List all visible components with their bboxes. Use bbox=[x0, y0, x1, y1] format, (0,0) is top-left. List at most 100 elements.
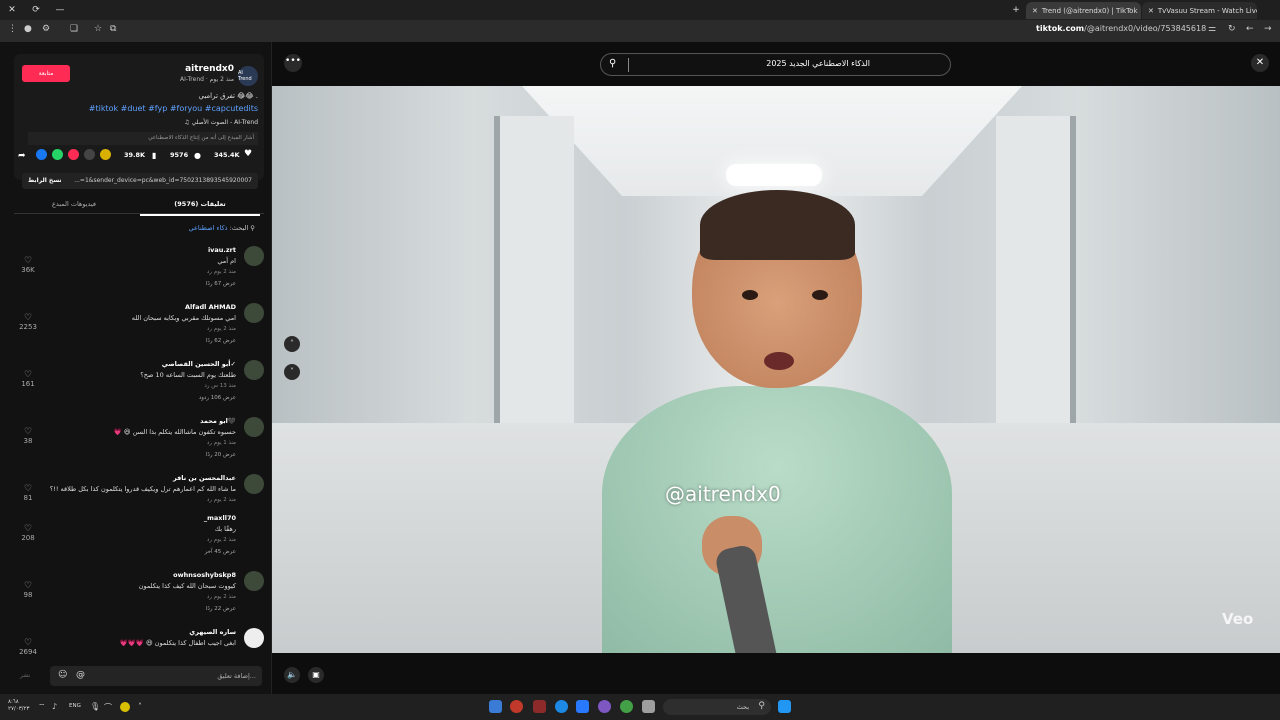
app-record-icon[interactable] bbox=[510, 700, 523, 713]
address-bar[interactable]: tiktok.com/@aitrendx0/video/753845618570… bbox=[1036, 24, 1206, 33]
coin-icon[interactable] bbox=[100, 149, 111, 160]
pip-button[interactable]: ▣ bbox=[308, 667, 324, 683]
forward-icon[interactable]: → bbox=[1264, 24, 1272, 34]
follow-button[interactable]: متابعة bbox=[22, 65, 70, 82]
taskbar-search[interactable]: ⚲ بحث bbox=[663, 699, 771, 715]
share-page-icon[interactable]: ⧉ bbox=[110, 24, 116, 34]
comment-like[interactable]: ♡ 161 bbox=[16, 370, 40, 388]
chevron-up-icon[interactable]: ˄ bbox=[138, 702, 142, 711]
more-options-button[interactable]: ••• bbox=[284, 54, 302, 72]
view-replies[interactable]: عرض 20 ردًا bbox=[206, 452, 236, 458]
app-telegram-icon[interactable] bbox=[576, 700, 589, 713]
view-replies[interactable]: عرض 67 ردًا bbox=[206, 281, 236, 287]
tab-close-icon[interactable]: ✕ bbox=[1032, 7, 1038, 15]
commenter-name[interactable]: ساره الصيهري bbox=[189, 628, 236, 636]
app-calendar-icon[interactable] bbox=[533, 700, 546, 713]
app-chrome-icon[interactable] bbox=[620, 700, 633, 713]
wifi-icon[interactable]: ⌒ bbox=[104, 702, 112, 713]
telegram-icon[interactable] bbox=[68, 149, 79, 160]
refresh-icon[interactable]: ⟳ bbox=[24, 5, 48, 15]
comment-like[interactable]: ♡ 2253 bbox=[16, 313, 40, 331]
view-replies[interactable]: عرض 45 آخر bbox=[205, 549, 236, 555]
puzzle-icon[interactable]: ❏ bbox=[70, 24, 78, 34]
post-button[interactable]: نشر bbox=[20, 672, 30, 679]
commenter-name[interactable]: عبدالمحسن بن نافر bbox=[173, 474, 236, 482]
extension-icon[interactable]: ⚙ bbox=[42, 24, 50, 34]
tab-comments[interactable]: تعليقات (9576) bbox=[140, 200, 260, 216]
commenter-avatar[interactable] bbox=[244, 303, 264, 323]
tab-tvvasuu[interactable]: ✕ TvVasuu Stream - Watch Live or bbox=[1142, 2, 1257, 19]
comment-meta: منذ 2 يوم رد bbox=[206, 497, 236, 503]
music-link[interactable]: ♫ الصوت الأصلي - AI-Trend bbox=[184, 119, 258, 126]
close-window-icon[interactable]: ✕ bbox=[0, 5, 24, 15]
commenter-name[interactable]: ابو محمد🖤 bbox=[200, 417, 236, 425]
comment-like[interactable]: ♡ 38 bbox=[16, 427, 40, 445]
whatsapp-icon[interactable] bbox=[52, 149, 63, 160]
back-icon[interactable]: ← bbox=[1246, 24, 1254, 34]
tune-icon[interactable]: ⚌ bbox=[1208, 24, 1216, 34]
commenter-avatar[interactable] bbox=[244, 417, 264, 437]
app-edge-icon[interactable] bbox=[555, 700, 568, 713]
next-video-button[interactable]: ˅ bbox=[284, 364, 300, 380]
app-explorer-icon[interactable] bbox=[642, 700, 655, 713]
emoji-icon[interactable]: ☺ bbox=[58, 670, 67, 680]
commenter-name[interactable]: أبو الحسين القصاصي✓ bbox=[162, 360, 236, 368]
comment-like[interactable]: ♡ 208 bbox=[16, 524, 40, 542]
minimize-icon[interactable]: — bbox=[48, 5, 72, 15]
hashtags[interactable]: #tiktok #duet #fyp #foryou #capcutedits bbox=[89, 104, 258, 113]
copy-link-button[interactable]: نسخ الرابط bbox=[28, 177, 62, 184]
view-replies[interactable]: عرض 106 ردود bbox=[199, 395, 236, 401]
view-replies[interactable]: عرض 22 ردًا bbox=[206, 606, 236, 612]
tab-creator-videos[interactable]: فيديوهات المبدع bbox=[14, 200, 134, 208]
mic-icon[interactable]: 🎙 bbox=[90, 702, 100, 711]
commenter-avatar[interactable] bbox=[244, 628, 264, 648]
comment-like[interactable]: ♡ 2694 bbox=[16, 638, 40, 656]
menu-dots-icon[interactable]: ⋮ bbox=[8, 24, 17, 34]
share-arrow-icon[interactable]: ➦ bbox=[18, 151, 26, 161]
related-search[interactable]: البحث: ذكاء اصطناعي ⚲ bbox=[189, 224, 255, 232]
app-notepad-icon[interactable] bbox=[489, 700, 502, 713]
commenter-avatar[interactable] bbox=[244, 360, 264, 380]
windows-start-icon[interactable] bbox=[778, 700, 791, 713]
commenter-name[interactable]: ivau.zrt bbox=[208, 246, 236, 254]
comment-like[interactable]: ♡ 36K bbox=[16, 256, 40, 274]
notification-icon[interactable] bbox=[120, 702, 130, 712]
reload-icon[interactable]: ↻ bbox=[1228, 24, 1236, 34]
star-icon[interactable]: ☆ bbox=[94, 24, 102, 34]
tab-tiktok[interactable]: ✕ Trend (@aitrendx0) | TikTok bbox=[1026, 2, 1141, 19]
view-replies[interactable]: عرض 62 ردًا bbox=[206, 338, 236, 344]
close-icon[interactable]: ✕ bbox=[1251, 54, 1269, 72]
volume-button[interactable]: 🔈 bbox=[284, 667, 300, 683]
commenter-name[interactable]: _maxll70 bbox=[204, 514, 236, 522]
commenter-avatar[interactable] bbox=[244, 246, 264, 266]
commenter-name[interactable]: Alfadl AHMAD bbox=[185, 303, 236, 311]
commenter-avatar[interactable] bbox=[244, 474, 264, 494]
share-link-text[interactable]: ...=1&sender_device=pc&web_id=7502313893… bbox=[74, 177, 252, 184]
author-username[interactable]: aitrendx0 bbox=[185, 64, 234, 74]
app-discord-icon[interactable] bbox=[598, 700, 611, 713]
author-avatar[interactable]: AI Trend bbox=[238, 66, 258, 86]
speaker-icon[interactable]: ♪ bbox=[52, 702, 57, 711]
taskbar-clock[interactable]: ٨:٦٨ ٢٧/٠٣/٢٣ bbox=[8, 699, 29, 713]
video-player[interactable]: @aitrendx0 Veo bbox=[272, 86, 1280, 653]
bookmark-icon[interactable]: ▮ bbox=[152, 151, 156, 160]
network-icon[interactable]: ⌔ bbox=[38, 702, 46, 712]
comment-like[interactable]: ♡ 81 bbox=[16, 484, 40, 502]
mention-icon[interactable]: @ bbox=[76, 670, 85, 680]
comment-icon[interactable]: ● bbox=[194, 151, 201, 160]
commenter-name[interactable]: owhnsoshybskp8 bbox=[173, 571, 236, 579]
commenter-avatar[interactable] bbox=[244, 571, 264, 591]
search-icon[interactable]: ⚲ bbox=[609, 58, 616, 69]
comment-like[interactable]: ♡ 98 bbox=[16, 581, 40, 599]
previous-video-button[interactable]: ˄ bbox=[284, 336, 300, 352]
commenter-avatar[interactable] bbox=[244, 514, 264, 534]
embed-icon[interactable] bbox=[84, 149, 95, 160]
heart-icon[interactable]: ♥ bbox=[244, 149, 252, 159]
facebook-icon[interactable] bbox=[36, 149, 47, 160]
new-tab-icon[interactable]: + bbox=[1004, 5, 1028, 15]
tab-close-icon[interactable]: ✕ bbox=[1148, 7, 1154, 15]
tiktok-icon[interactable]: ● bbox=[24, 24, 32, 34]
search-input[interactable]: ⚲ الذكاء الاصطناعي الجديد 2025 bbox=[600, 53, 951, 76]
language-indicator[interactable]: ENG bbox=[69, 703, 81, 709]
comment-input[interactable]: ☺ @ إضافة تعليق... bbox=[50, 666, 262, 686]
